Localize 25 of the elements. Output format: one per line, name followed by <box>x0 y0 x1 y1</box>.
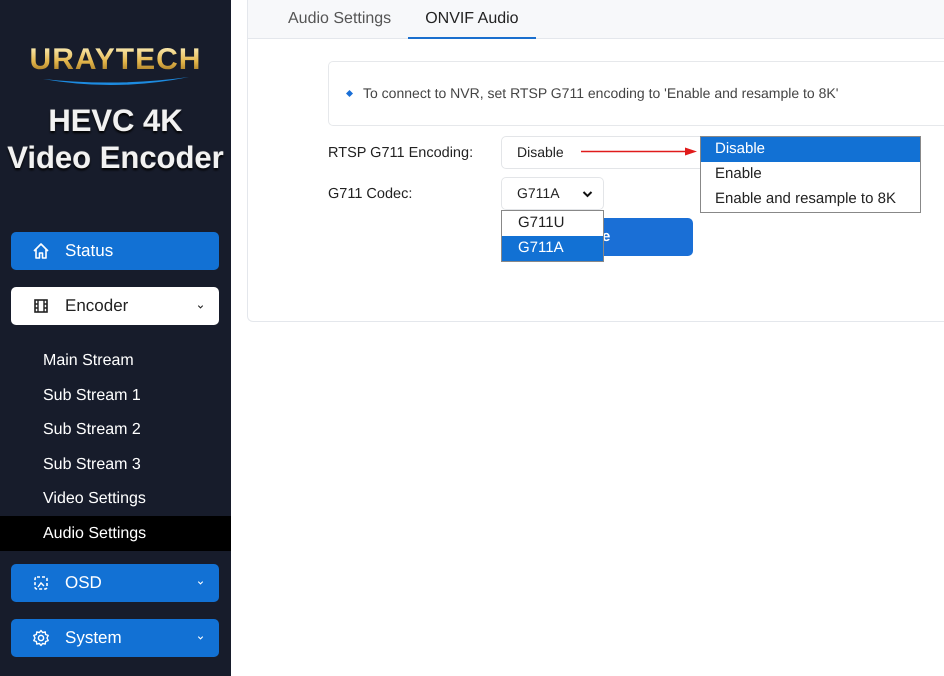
home-icon <box>31 241 51 261</box>
menu-button[interactable]: Status <box>11 232 219 270</box>
product-title: Video Encoder <box>7 139 224 176</box>
film-icon <box>31 296 51 316</box>
dropdown-option[interactable]: Disable <box>701 137 920 162</box>
submenu-item[interactable]: Video Settings <box>0 481 231 516</box>
field-label: RTSP G711 Encoding: <box>328 144 474 163</box>
submenu-item[interactable]: Main Stream <box>0 343 231 378</box>
menu-button[interactable]: Encoder <box>11 287 219 325</box>
bullet-icon <box>346 90 353 97</box>
settings-icon <box>31 628 51 648</box>
tab[interactable]: ONVIF Audio <box>408 0 536 39</box>
menu-button[interactable]: System <box>11 618 219 657</box>
submenu-item[interactable]: Sub Stream 2 <box>0 412 231 447</box>
product-title: HEVC 4K <box>48 102 183 139</box>
menu-button[interactable]: OSD <box>11 564 219 602</box>
submenu-item[interactable]: Sub Stream 3 <box>0 446 231 482</box>
dropdown-field[interactable]: G711A <box>501 177 604 210</box>
notice-text: To connect to NVR, set RTSP G711 encoding to 'Enable and resample to 8K' <box>363 84 838 103</box>
submenu-item[interactable]: Sub Stream 1 <box>0 378 231 412</box>
chevron-icon <box>582 190 593 198</box>
field-label: G711 Codec: <box>328 185 414 204</box>
submenu-item[interactable]: Audio Settings <box>0 516 231 551</box>
tab[interactable]: Audio Settings <box>271 0 408 39</box>
dropdown-option[interactable]: G711A <box>502 236 603 261</box>
